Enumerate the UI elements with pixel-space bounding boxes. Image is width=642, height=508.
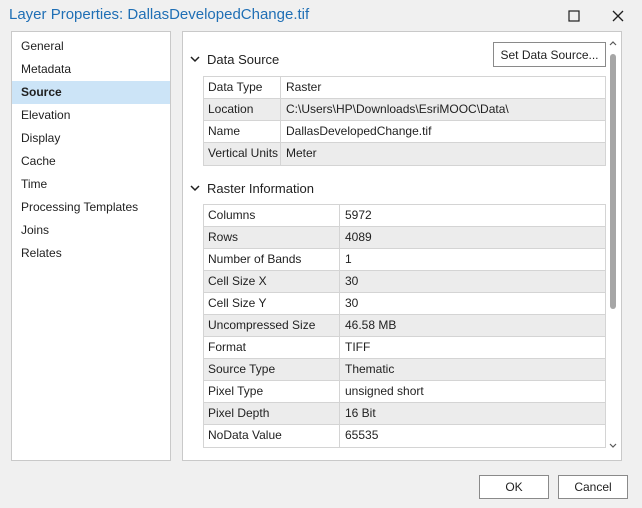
property-key: Uncompressed Size [204,315,340,336]
source-panel: Data Source Set Data Source... Data Type… [182,31,622,461]
nav-item-source[interactable]: Source [12,81,170,104]
property-value[interactable]: 30 [340,293,605,314]
nav-item-display[interactable]: Display [12,127,170,150]
maximize-icon [568,10,580,22]
nav-item-metadata[interactable]: Metadata [12,58,170,81]
property-key: Cell Size Y [204,293,340,314]
property-key: Data Type [204,77,281,98]
nav-item-processing-templates[interactable]: Processing Templates [12,196,170,219]
nav-item-time[interactable]: Time [12,173,170,196]
property-key: Cell Size X [204,271,340,292]
close-button[interactable] [604,4,632,28]
table-row: Vertical Units Meter [204,143,605,165]
property-value[interactable]: Raster [281,77,605,98]
table-row: Rows 4089 [204,227,605,249]
table-row: Cell Size X 30 [204,271,605,293]
property-value[interactable]: C:\Users\HP\Downloads\EsriMOOC\Data\ [281,99,605,120]
data-source-header[interactable]: Data Source [189,49,279,69]
nav-item-cache[interactable]: Cache [12,150,170,173]
property-value[interactable]: 46.58 MB [340,315,605,336]
property-nav-list: General Metadata Source Elevation Displa… [11,31,171,461]
property-key: Name [204,121,281,142]
property-key: NoData Value [204,425,340,447]
raster-information-table: Columns 5972 Rows 4089 Number of Bands 1 Cell … [203,204,606,448]
data-source-table: Data Type Raster Location C:\Users\HP\Downl… [203,76,606,166]
table-row: Name DallasDevelopedChange.tif [204,121,605,143]
raster-information-header[interactable]: Raster Information [189,178,314,198]
ok-button[interactable]: OK [479,475,549,499]
property-key: Source Type [204,359,340,380]
maximize-button[interactable] [560,4,588,28]
table-row: Location C:\Users\HP\Downloads\EsriMOOC\D… [204,99,605,121]
property-value[interactable]: TIFF [340,337,605,358]
property-key: Vertical Units [204,143,281,165]
vertical-scrollbar[interactable] [607,34,619,458]
nav-item-relates[interactable]: Relates [12,242,170,265]
property-key: Pixel Type [204,381,340,402]
property-key: Location [204,99,281,120]
property-value[interactable]: DallasDevelopedChange.tif [281,121,605,142]
window-title: Layer Properties: DallasDevelopedChange.… [9,6,310,23]
nav-item-general[interactable]: General [12,35,170,58]
property-key: Format [204,337,340,358]
chevron-down-icon [189,53,201,65]
property-value[interactable]: 1 [340,249,605,270]
chevron-down-icon [189,182,201,194]
property-value[interactable]: Thematic [340,359,605,380]
data-source-title: Data Source [207,51,280,67]
property-key: Pixel Depth [204,403,340,424]
nav-item-joins[interactable]: Joins [12,219,170,242]
property-value[interactable]: unsigned short [340,381,605,402]
table-row: Number of Bands 1 [204,249,605,271]
table-row: Cell Size Y 30 [204,293,605,315]
property-value[interactable]: Meter [281,143,605,165]
close-icon [612,10,624,22]
property-key: Columns [204,205,340,226]
scroll-down-icon[interactable] [608,440,618,450]
table-row: Pixel Depth 16 Bit [204,403,605,425]
property-value[interactable]: 4089 [340,227,605,248]
property-value[interactable]: 30 [340,271,605,292]
table-row: Columns 5972 [204,205,605,227]
scroll-up-icon[interactable] [608,38,618,48]
table-row: Pixel Type unsigned short [204,381,605,403]
table-row: Source Type Thematic [204,359,605,381]
table-row: Format TIFF [204,337,605,359]
raster-information-title: Raster Information [207,180,314,196]
table-row: Data Type Raster [204,77,605,99]
table-row: Uncompressed Size 46.58 MB [204,315,605,337]
property-value[interactable]: 5972 [340,205,605,226]
scroll-thumb[interactable] [610,54,616,309]
property-value[interactable]: 16 Bit [340,403,605,424]
title-bar: Layer Properties: DallasDevelopedChange.… [0,0,642,32]
cancel-button[interactable]: Cancel [558,475,628,499]
table-row: NoData Value 65535 [204,425,605,447]
set-data-source-button[interactable]: Set Data Source... [493,42,606,67]
property-key: Number of Bands [204,249,340,270]
nav-item-elevation[interactable]: Elevation [12,104,170,127]
property-key: Rows [204,227,340,248]
property-value[interactable]: 65535 [340,425,605,447]
